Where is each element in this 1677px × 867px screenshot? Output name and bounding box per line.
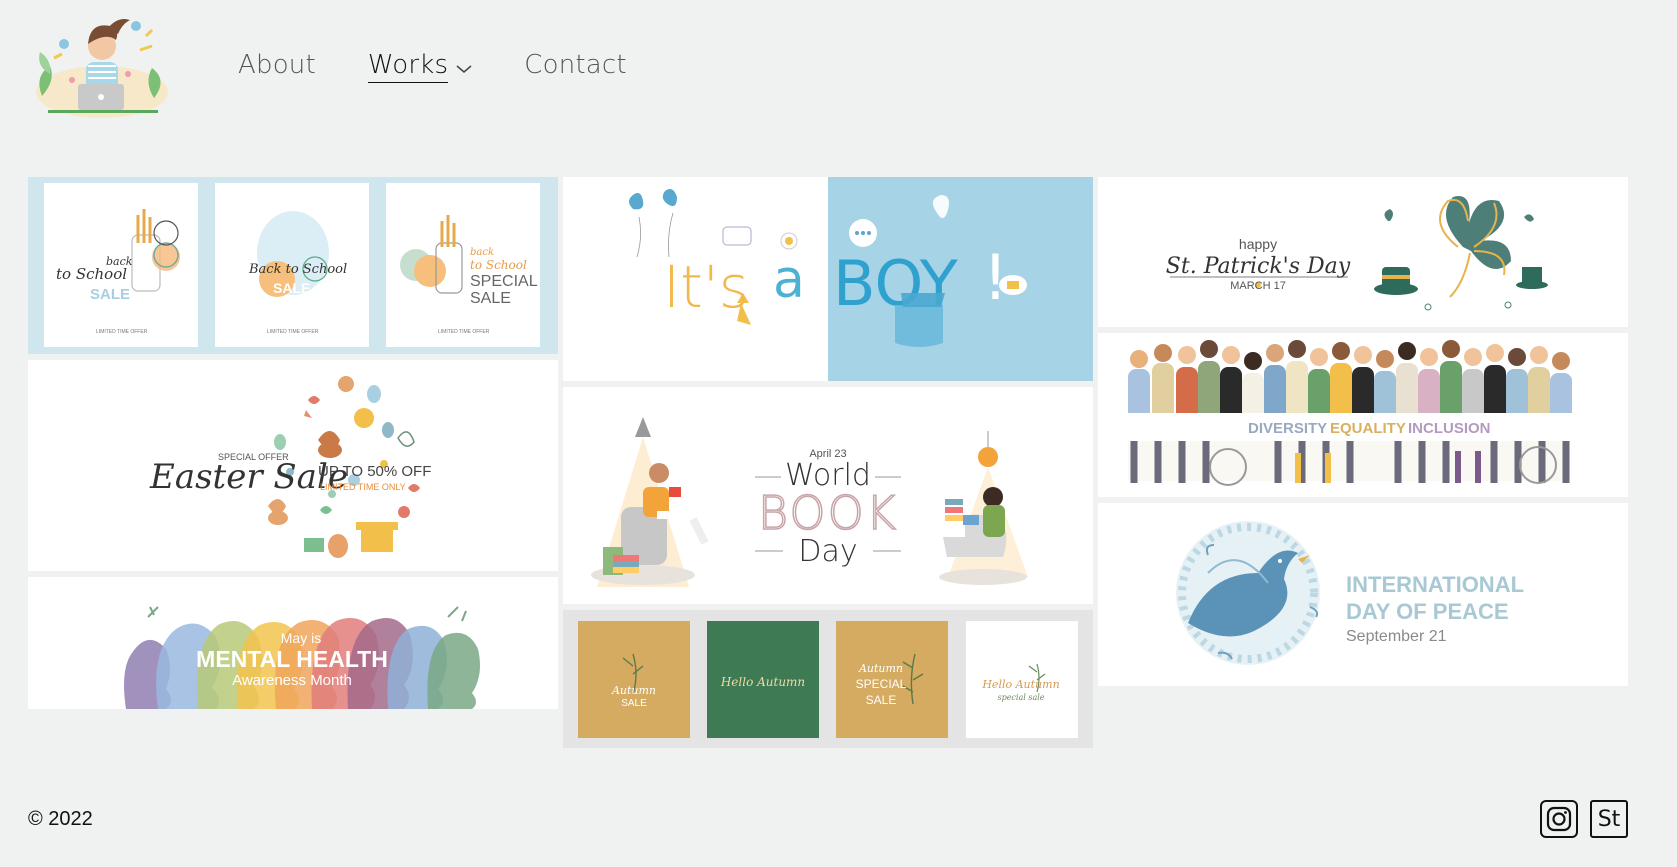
- st-patricks-line3: MARCH 17: [1230, 280, 1286, 292]
- tile-autumn-sale[interactable]: Autumn SALE Hello Autumn Autumn SPECIAL …: [563, 610, 1093, 748]
- tile-world-book-day[interactable]: April 23 World BOOK Day: [563, 387, 1093, 604]
- tile-mental-health[interactable]: May is MENTAL HEALTH Awareness Month: [28, 577, 558, 709]
- mental-health-line1: May is: [281, 630, 321, 646]
- autumn-card1-sub: SALE: [621, 698, 647, 709]
- back-to-school-card3-line2: to School: [470, 258, 527, 272]
- logo[interactable]: [28, 14, 176, 120]
- peace-line1: INTERNATIONAL: [1346, 572, 1524, 597]
- back-to-school-card2-line2: SALE: [273, 280, 310, 296]
- peace-line2: DAY OF PEACE: [1346, 599, 1509, 624]
- boy-word-its: It's: [663, 253, 749, 321]
- chevron-down-icon: [456, 51, 472, 81]
- book-day-line3: Day: [798, 534, 857, 569]
- diversity-word2: EQUALITY: [1330, 420, 1406, 437]
- autumn-card3-sub2: SALE: [866, 693, 897, 707]
- nav-contact[interactable]: Contact: [524, 50, 627, 80]
- stock-portfolio-icon[interactable]: St: [1590, 800, 1628, 838]
- back-to-school-card3-fineprint: LIMITED TIME OFFER: [438, 329, 490, 335]
- diversity-word3: INCLUSION: [1408, 420, 1491, 437]
- back-to-school-card1-line3: SALE: [90, 286, 130, 303]
- tile-its-a-boy[interactable]: It's a BOY !: [563, 177, 1093, 381]
- easter-discount: UP TO 50% OFF: [318, 463, 431, 480]
- nav-about[interactable]: About: [238, 50, 316, 80]
- tile-st-patricks-day[interactable]: happy St. Patrick's Day MARCH 17: [1098, 177, 1628, 327]
- diversity-word1: DIVERSITY: [1248, 420, 1327, 437]
- book-day-line2: BOOK: [758, 486, 898, 540]
- autumn-card3-title: Autumn: [858, 662, 903, 675]
- instagram-icon[interactable]: [1540, 800, 1578, 838]
- back-to-school-card1-line2: to School: [56, 265, 127, 283]
- tile-day-of-peace[interactable]: INTERNATIONAL DAY OF PEACE September 21: [1098, 503, 1628, 686]
- autumn-card1-title: Autumn: [611, 684, 656, 697]
- st-patricks-line2: St. Patrick's Day: [1166, 254, 1351, 279]
- autumn-card2-title: Hello Autumn: [720, 675, 805, 689]
- autumn-card4-title: Hello Autumn: [981, 678, 1059, 691]
- main-nav: About Works Contact: [238, 50, 679, 83]
- back-to-school-card3-line3: SPECIAL: [470, 273, 538, 290]
- st-patricks-line1: happy: [1239, 236, 1277, 252]
- back-to-school-card1-fineprint: LIMITED TIME OFFER: [96, 329, 148, 335]
- peace-date: September 21: [1346, 628, 1447, 645]
- mental-health-line2: MENTAL HEALTH: [196, 646, 388, 672]
- tile-easter-sale[interactable]: SPECIAL OFFER Easter Sale UP TO 50% OFF …: [28, 360, 558, 571]
- tile-back-to-school[interactable]: back to School SALE LIMITED TIME OFFER B…: [28, 177, 558, 354]
- site-header: About Works Contact: [0, 0, 1677, 150]
- back-to-school-card3-line1: back: [470, 247, 494, 258]
- nav-works[interactable]: Works: [367, 50, 472, 83]
- boy-word-a: a: [773, 250, 805, 310]
- autumn-card3-sub1: SPECIAL: [856, 677, 907, 691]
- copyright: © 2022: [28, 808, 93, 830]
- nav-works-label: Works: [367, 50, 449, 83]
- easter-limited: LIMITED TIME ONLY: [320, 482, 406, 492]
- autumn-card4-sub: special sale: [997, 693, 1044, 702]
- tile-diversity[interactable]: DIVERSITY EQUALITY INCLUSION: [1098, 333, 1628, 497]
- back-to-school-card2-fineprint: LIMITED TIME OFFER: [267, 329, 319, 335]
- back-to-school-card2-line1: Back to School: [248, 262, 347, 277]
- mental-health-line3: Awareness Month: [232, 672, 352, 689]
- back-to-school-card3-line4: SALE: [470, 290, 511, 307]
